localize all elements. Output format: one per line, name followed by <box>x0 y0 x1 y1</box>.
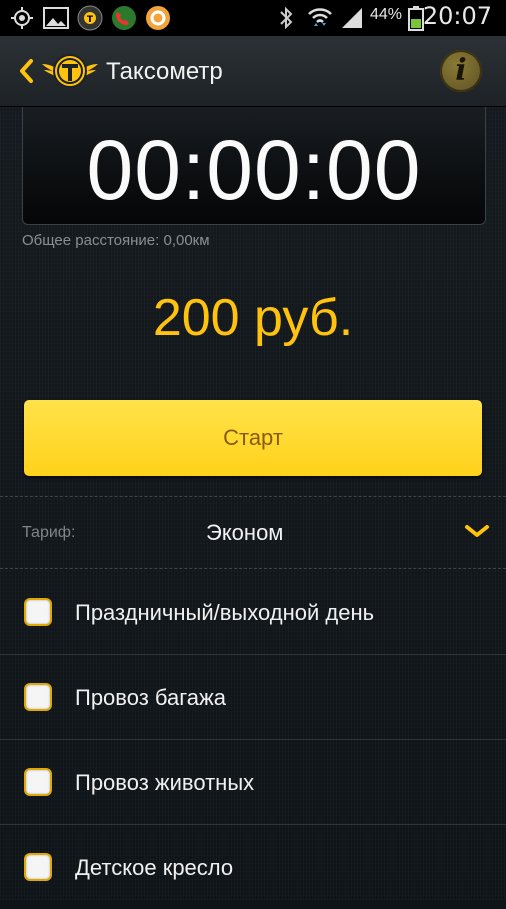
option-label: Провоз животных <box>75 770 255 795</box>
option-child-seat[interactable]: Детское кресло <box>0 825 506 909</box>
timer-panel: 00:00:00 <box>22 106 486 225</box>
tariff-selector[interactable]: Тариф: Эконом <box>0 496 506 568</box>
luggage-checkbox[interactable] <box>26 685 50 709</box>
option-animals[interactable]: Провоз животных <box>0 740 506 825</box>
option-label: Провоз багажа <box>75 685 226 710</box>
page-title: Таксометр <box>106 58 223 85</box>
image-icon <box>42 4 70 32</box>
tariff-label: Тариф: <box>22 524 76 541</box>
price-display: 200 руб. <box>152 289 354 347</box>
gps-icon <box>8 4 36 32</box>
divider <box>0 568 506 569</box>
start-button-label: Старт <box>223 425 283 450</box>
option-label: Детское кресло <box>75 855 234 880</box>
start-button[interactable]: Старт <box>24 400 482 476</box>
app-header: Таксометр i <box>0 36 506 107</box>
svg-text:T: T <box>87 15 94 25</box>
total-distance: Общее расстояние: 0,00км <box>22 232 210 249</box>
info-button[interactable]: i <box>440 50 482 92</box>
back-icon[interactable] <box>18 58 34 84</box>
tariff-value: Эконом <box>206 520 284 545</box>
child-seat-checkbox[interactable] <box>26 855 50 879</box>
holiday-checkbox[interactable] <box>26 600 50 624</box>
clock: 20:07 <box>422 2 492 30</box>
taxi-logo[interactable] <box>40 50 100 92</box>
signal-icon <box>338 4 366 32</box>
call-icon <box>110 4 138 32</box>
battery-percent: 44% <box>370 6 403 23</box>
total-distance-label: Общее расстояние: 0,00км <box>22 232 210 249</box>
info-icon: i <box>455 53 467 88</box>
option-luggage[interactable]: Провоз багажа <box>0 655 506 740</box>
bluetooth-icon <box>272 4 300 32</box>
wifi-icon <box>306 4 334 32</box>
taxi-logo-icon: T <box>76 4 104 32</box>
animals-checkbox[interactable] <box>26 770 50 794</box>
status-bar: T 44% 20:07 <box>0 0 506 36</box>
chevron-down-icon <box>464 524 490 538</box>
timer-display: 00:00:00 <box>86 123 422 217</box>
option-label: Праздничный/выходной день <box>75 600 375 625</box>
app-icon <box>144 4 172 32</box>
option-holiday[interactable]: Праздничный/выходной день <box>0 570 506 655</box>
